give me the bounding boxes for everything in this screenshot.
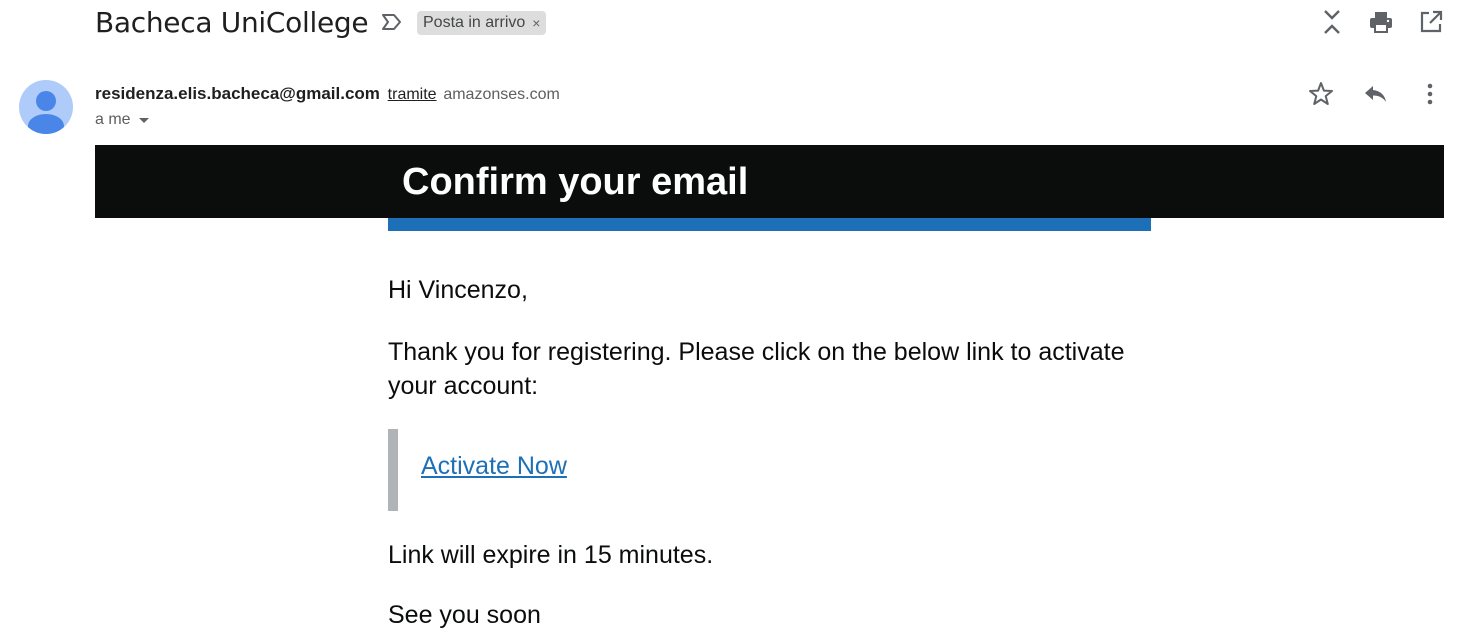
email-subject: Bacheca UniCollege: [95, 6, 369, 39]
banner-accent-bar: [388, 218, 1151, 231]
label-chip-text: Posta in arrivo: [423, 14, 526, 31]
person-avatar-icon: [28, 91, 64, 134]
recipient-details-toggle[interactable]: a me: [95, 111, 149, 129]
email-view: Bacheca UniCollege Posta in arrivo × res…: [0, 0, 1459, 641]
remove-label-button[interactable]: ×: [532, 15, 540, 31]
inbox-label-chip: Posta in arrivo ×: [417, 11, 547, 35]
activate-now-link[interactable]: Activate Now: [421, 449, 567, 483]
open-in-new-window-icon[interactable]: [1418, 8, 1444, 36]
banner-title: Confirm your email: [402, 161, 749, 203]
print-icon[interactable]: [1368, 8, 1394, 36]
caret-down-icon: [138, 117, 149, 123]
more-vert-icon[interactable]: [1416, 80, 1444, 108]
sender-line: residenza.elis.bacheca@gmail.com tramite…: [95, 83, 560, 106]
message-text: Thank you for registering. Please click …: [388, 338, 1125, 400]
importance-marker-icon[interactable]: [380, 12, 404, 32]
via-link[interactable]: tramite: [388, 86, 437, 103]
reply-icon[interactable]: [1362, 80, 1390, 108]
sender-avatar[interactable]: [19, 80, 73, 134]
via-domain: amazonses.com: [443, 86, 560, 103]
greeting-text: Hi Vincenzo,: [388, 276, 528, 304]
collapse-all-icon[interactable]: [1319, 8, 1345, 36]
sender-email[interactable]: residenza.elis.bacheca@gmail.com: [95, 84, 380, 103]
sign-off-text: See you soon: [388, 601, 541, 629]
star-icon[interactable]: [1307, 80, 1335, 108]
expiry-note: Link will expire in 15 minutes.: [388, 541, 714, 569]
inset-bar: [388, 429, 398, 511]
email-banner: [95, 145, 1444, 218]
recipient-text: a me: [95, 111, 131, 128]
